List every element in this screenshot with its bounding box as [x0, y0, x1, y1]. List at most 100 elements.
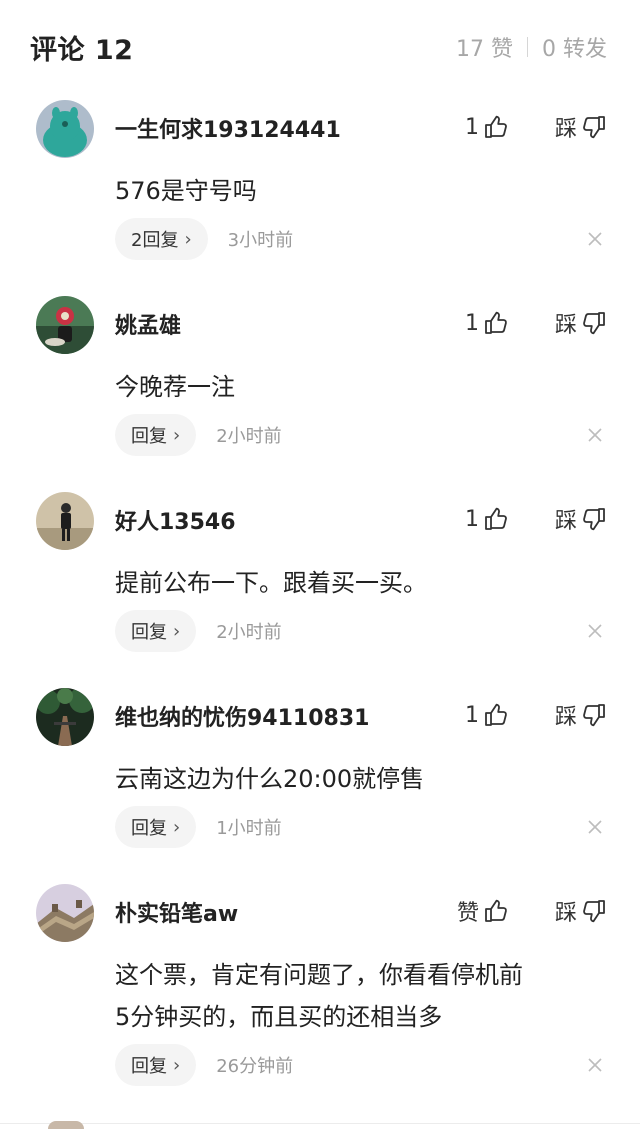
comment-meta: 回复 › 2小时前: [115, 610, 282, 652]
reply-label: 回复: [131, 426, 167, 447]
close-icon[interactable]: [584, 816, 606, 838]
dislike-label: 踩: [554, 901, 577, 926]
dislike-button[interactable]: 踩: [555, 699, 607, 731]
dislike-label: 踩: [554, 117, 577, 142]
like-button[interactable]: 赞: [457, 895, 509, 927]
close-icon[interactable]: [584, 424, 606, 446]
great-wall-avatar-icon: [36, 884, 94, 942]
thumbs-down-icon: [583, 900, 605, 923]
like-count: 1: [464, 114, 479, 140]
thumbs-up-icon: [485, 115, 507, 138]
comment-item: 姚孟雄 1 踩 今晚荐一注 回复 › 2小时前: [0, 296, 640, 466]
dislike-button[interactable]: 踩: [555, 307, 607, 339]
comment-actions: 赞 踩: [457, 896, 607, 926]
avatar[interactable]: [36, 688, 94, 746]
comment-actions: 1 踩: [465, 112, 607, 142]
comment-time: 1小时前: [216, 818, 282, 839]
username[interactable]: 朴实铅笔aw: [115, 896, 238, 928]
chevron-right-icon: ›: [173, 816, 181, 838]
comment-time: 2小时前: [216, 622, 282, 643]
like-count: 1: [464, 310, 479, 336]
chevron-right-icon: ›: [173, 1054, 181, 1076]
avatar[interactable]: [36, 296, 94, 354]
comment-text: 云南这边为什么20:00就停售: [115, 765, 425, 793]
close-icon[interactable]: [584, 228, 606, 250]
likes-count[interactable]: 17 赞: [456, 31, 513, 63]
reply-label: 2回复: [131, 230, 179, 251]
dislike-label: 踩: [554, 509, 577, 534]
close-icon[interactable]: [584, 1054, 606, 1076]
dislike-button[interactable]: 踩: [555, 111, 607, 143]
dislike-label: 踩: [554, 313, 577, 338]
comments-header: 评论 12 17 赞 0 转发: [0, 0, 640, 92]
reply-button[interactable]: 回复 ›: [115, 610, 197, 652]
thumbs-up-icon: [485, 507, 507, 530]
header-stats: 17 赞 0 转发: [456, 31, 607, 63]
comment-time: 2小时前: [216, 426, 282, 447]
dislike-button[interactable]: 踩: [555, 503, 607, 535]
avatar[interactable]: [36, 492, 94, 550]
thumbs-down-icon: [583, 508, 605, 531]
like-button[interactable]: 1: [465, 310, 509, 336]
comment-item: 朴实铅笔aw 赞 踩 这个票，肯定有问题了，你看看停机前 5分钟买的，而且买的还…: [0, 884, 640, 1104]
comment-actions: 1 踩: [465, 700, 607, 730]
username[interactable]: 一生何求193124441: [115, 112, 341, 144]
stats-divider: [527, 37, 528, 57]
thumbs-up-icon: [485, 703, 507, 726]
comment-text: 576是守号吗: [115, 177, 257, 205]
avatar: [48, 1121, 84, 1129]
dislike-button[interactable]: 踩: [555, 895, 607, 927]
username[interactable]: 姚孟雄: [115, 308, 181, 340]
reply-label: 回复: [131, 622, 167, 643]
comment-text: 提前公布一下。跟着买一买。: [115, 569, 427, 597]
comment-item: 一生何求193124441 1 踩 576是守号吗 2回复 › 3小时前: [0, 100, 640, 270]
forest-path-avatar-icon: [36, 688, 94, 746]
close-icon[interactable]: [584, 620, 606, 642]
like-label: 赞: [456, 901, 479, 926]
username[interactable]: 维也纳的忧伤94110831: [115, 700, 369, 732]
reply-button[interactable]: 回复 ›: [115, 806, 197, 848]
thumbs-up-icon: [485, 311, 507, 334]
comment-item: 好人13546 1 踩 提前公布一下。跟着买一买。 回复 › 2小时前: [0, 492, 640, 662]
comment-text: 这个票，肯定有问题了，你看看停机前 5分钟买的，而且买的还相当多: [115, 954, 615, 1038]
comment-actions: 1 踩: [465, 504, 607, 534]
dislike-label: 踩: [554, 705, 577, 730]
avatar[interactable]: [36, 884, 94, 942]
username[interactable]: 好人13546: [115, 504, 236, 536]
comment-meta: 回复 › 2小时前: [115, 414, 282, 456]
list-divider: [0, 1123, 640, 1124]
thumbs-down-icon: [583, 312, 605, 335]
avatar[interactable]: [36, 100, 94, 158]
person-photo-avatar-icon: [36, 492, 94, 550]
like-button[interactable]: 1: [465, 702, 509, 728]
shares-count[interactable]: 0 转发: [542, 31, 607, 63]
comment-meta: 回复 › 1小时前: [115, 806, 282, 848]
thumbs-up-icon: [485, 899, 507, 922]
comment-text-line: 5分钟买的，而且买的还相当多: [115, 1003, 443, 1031]
reply-button[interactable]: 2回复 ›: [115, 218, 208, 260]
like-count: 1: [464, 506, 479, 532]
flower-vase-avatar-icon: [36, 296, 94, 354]
comment-text: 今晚荐一注: [115, 373, 235, 401]
teal-cartoon-avatar-icon: [36, 100, 94, 158]
thumbs-down-icon: [583, 704, 605, 727]
comment-text-line: 这个票，肯定有问题了，你看看停机前: [115, 961, 523, 989]
reply-button[interactable]: 回复 ›: [115, 414, 197, 456]
comment-meta: 2回复 › 3小时前: [115, 218, 293, 260]
comment-meta: 回复 › 26分钟前: [115, 1044, 293, 1086]
reply-button[interactable]: 回复 ›: [115, 1044, 197, 1086]
chevron-right-icon: ›: [184, 228, 192, 250]
like-count: 1: [464, 702, 479, 728]
comment-actions: 1 踩: [465, 308, 607, 338]
chevron-right-icon: ›: [173, 620, 181, 642]
comments-title: 评论 12: [30, 35, 134, 66]
chevron-right-icon: ›: [173, 424, 181, 446]
comment-time: 3小时前: [227, 230, 294, 251]
comment-item: 维也纳的忧伤94110831 1 踩 云南这边为什么20:00就停售 回复 › …: [0, 688, 640, 858]
reply-label: 回复: [131, 1056, 167, 1077]
like-button[interactable]: 1: [465, 506, 509, 532]
reply-label: 回复: [131, 818, 167, 839]
comment-time: 26分钟前: [216, 1056, 294, 1077]
thumbs-down-icon: [583, 116, 605, 139]
like-button[interactable]: 1: [465, 114, 509, 140]
